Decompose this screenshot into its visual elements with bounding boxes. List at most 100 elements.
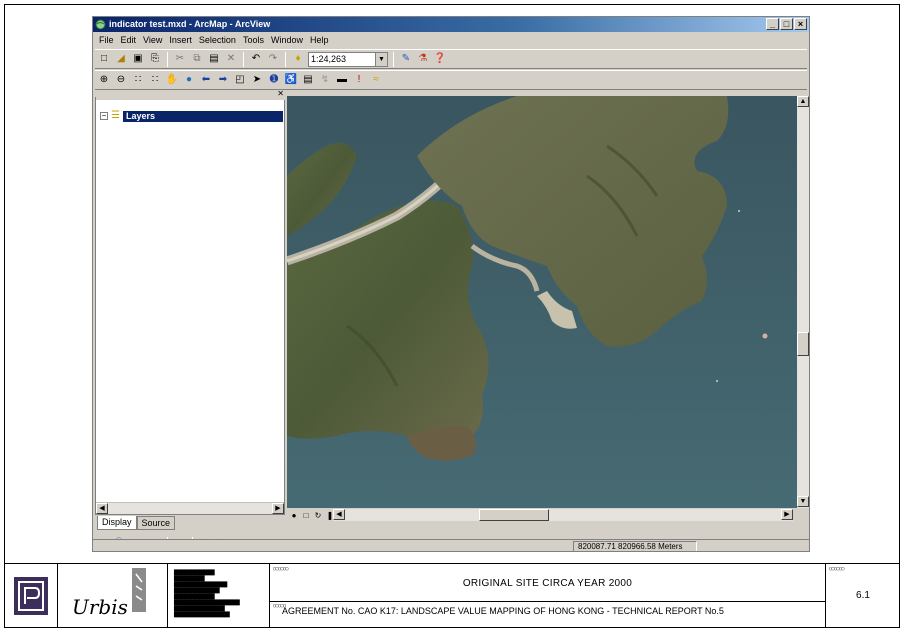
alert-icon[interactable]: ! [352,73,366,87]
identify-icon[interactable]: ➊ [267,73,281,87]
satellite-image [287,96,797,508]
menu-view[interactable]: View [143,35,162,45]
arcmap-globe-icon [95,19,106,30]
refresh-icon[interactable]: ↻ [313,511,323,520]
map-vertical-scroll-thumb[interactable] [797,332,809,356]
select-features-icon[interactable]: ◰ [233,73,247,87]
zoom-in-icon[interactable]: ⊕ [97,73,111,87]
whats-this-help-icon[interactable]: ❓ [433,52,447,66]
close-button[interactable]: × [794,18,807,30]
menu-window[interactable]: Window [271,35,303,45]
tools-toolbar: ⊕ ⊖ ∷ ∷ ✋ ● ⬅ ➡ ◰ ➤ ➊ ♿ ▤ ↯ ▬ ! ≈ [95,70,807,90]
toc-title-bar: ✕ [96,90,286,100]
menu-tools[interactable]: Tools [243,35,264,45]
zoom-out-icon[interactable]: ⊖ [114,73,128,87]
map-horizontal-scroll-thumb[interactable] [479,509,549,521]
layout-tool-icon[interactable]: ▬ [335,73,349,87]
menu-insert[interactable]: Insert [169,35,192,45]
chevron-down-icon[interactable]: ▼ [375,52,387,66]
map-vertical-scrollbar[interactable]: ▲ ▼ [797,96,809,508]
scroll-down-icon[interactable]: ▼ [797,496,809,507]
open-folder-icon[interactable]: ◢ [114,52,128,66]
cut-icon[interactable]: ✂ [173,52,187,66]
urbis-logo-icon: Urbis [72,568,146,619]
figure-number-cell: ○○○○○○ 6.1 [826,564,900,628]
number-field-marker: ○○○○○○ [829,566,845,572]
toolbar-separator [393,51,394,67]
pan-hand-icon[interactable]: ✋ [165,73,179,87]
copy-icon[interactable]: ⧉ [190,52,204,66]
close-icon[interactable]: ✕ [277,90,284,98]
scroll-right-icon[interactable]: ▶ [781,509,793,520]
arcmap-window: indicator test.mxd - ArcMap - ArcView _ … [92,16,810,552]
standard-toolbar: □ ◢ ▣ ⎘ ✂ ⧉ ▤ ✕ ↶ ↷ ♦ 1:24,263 ▼ ✎ ⚗ ❓ [95,49,807,69]
toc-tabs: Display Source [97,516,176,530]
map-scale-combo[interactable]: 1:24,263 ▼ [308,51,388,67]
fixed-zoom-in-icon[interactable]: ∷ [131,73,145,87]
layout-view-icon[interactable]: □ [301,511,311,520]
logo-cell [4,564,58,628]
data-view-icon[interactable]: ● [289,511,299,520]
maximize-button[interactable]: □ [780,18,793,30]
toc-layers-node[interactable]: − ☰ Layers [100,109,283,123]
window-title: indicator test.mxd - ArcMap - ArcView [109,19,271,29]
undo-icon[interactable]: ↶ [249,52,263,66]
map-scale-value: 1:24,263 [311,53,347,64]
scroll-up-icon[interactable]: ▲ [797,96,809,107]
paste-icon[interactable]: ▤ [207,52,221,66]
back-extent-icon[interactable]: ⬅ [199,73,213,87]
print-icon[interactable]: ⎘ [148,52,162,66]
company-logo-icon [13,577,48,615]
title-field-marker: ○○○○○○ [273,566,289,572]
drawing-title-block: Urbis ████████████████ ████████████ ████… [4,563,900,628]
layers-label[interactable]: Layers [123,110,283,122]
full-extent-globe-icon[interactable]: ● [182,73,196,87]
save-icon[interactable]: ▣ [131,52,145,66]
tab-source[interactable]: Source [136,516,176,530]
add-data-icon[interactable]: ♦ [291,52,305,66]
description-cell: ○○○○○○ ORIGINAL SITE CIRCA YEAR 2000 ○○○… [270,564,826,628]
menu-help[interactable]: Help [310,35,329,45]
arctoolbox-icon[interactable]: ⚗ [416,52,430,66]
minimize-button[interactable]: _ [766,18,779,30]
row-divider [270,601,825,602]
map-horizontal-bar: ● □ ↻ ❚ ◀ ▶ [287,508,809,522]
menu-selection[interactable]: Selection [199,35,236,45]
figure-title: ORIGINAL SITE CIRCA YEAR 2000 [462,578,633,589]
toolbar-separator [285,51,286,67]
scroll-right-icon[interactable]: ▶ [272,503,284,514]
fixed-zoom-out-icon[interactable]: ∷ [148,73,162,87]
delete-icon[interactable]: ✕ [224,52,238,66]
time-slider-icon[interactable]: ≈ [369,73,383,87]
table-of-contents: ✕ − ☰ Layers ◀ ▶ [95,90,286,515]
map-horizontal-scrollbar[interactable]: ◀ ▶ [333,509,793,521]
status-bar: 820087.71 820966.58 Meters [93,539,809,551]
find-binoculars-icon[interactable]: ♿ [284,73,298,87]
redo-icon[interactable]: ↷ [266,52,280,66]
urbis-logo-cell: Urbis [58,564,168,628]
toc-horizontal-scrollbar[interactable]: ◀ ▶ [96,502,284,514]
menu-bar: File Edit View Insert Selection Tools Wi… [93,32,809,48]
layers-stack-icon: ☰ [111,110,120,121]
coordinates-readout: 820087.71 820966.58 Meters [573,541,697,551]
menu-edit[interactable]: Edit [121,35,137,45]
toolbar-separator [243,51,244,67]
measure-icon[interactable]: ▤ [301,73,315,87]
new-document-icon[interactable]: □ [97,52,111,66]
figure-number: 6.1 [856,590,870,601]
toolbar-separator [167,51,168,67]
forward-extent-icon[interactable]: ➡ [216,73,230,87]
collapse-icon[interactable]: − [100,112,108,120]
select-elements-arrow-icon[interactable]: ➤ [250,73,264,87]
hyperlink-icon[interactable]: ↯ [318,73,332,87]
scroll-left-icon[interactable]: ◀ [96,503,108,514]
map-view[interactable] [287,96,797,508]
report-line: AGREEMENT No. CAO K17: LANDSCAPE VALUE M… [282,606,724,616]
company-info-cell: ████████████████ ████████████ ██████████… [168,564,270,628]
window-title-bar: indicator test.mxd - ArcMap - ArcView _ … [93,17,809,32]
editor-toolbar-icon[interactable]: ✎ [399,52,413,66]
urbis-logo-text: Urbis [72,595,128,619]
menu-file[interactable]: File [99,35,114,45]
scroll-left-icon[interactable]: ◀ [333,509,345,520]
tab-display[interactable]: Display [97,516,137,530]
